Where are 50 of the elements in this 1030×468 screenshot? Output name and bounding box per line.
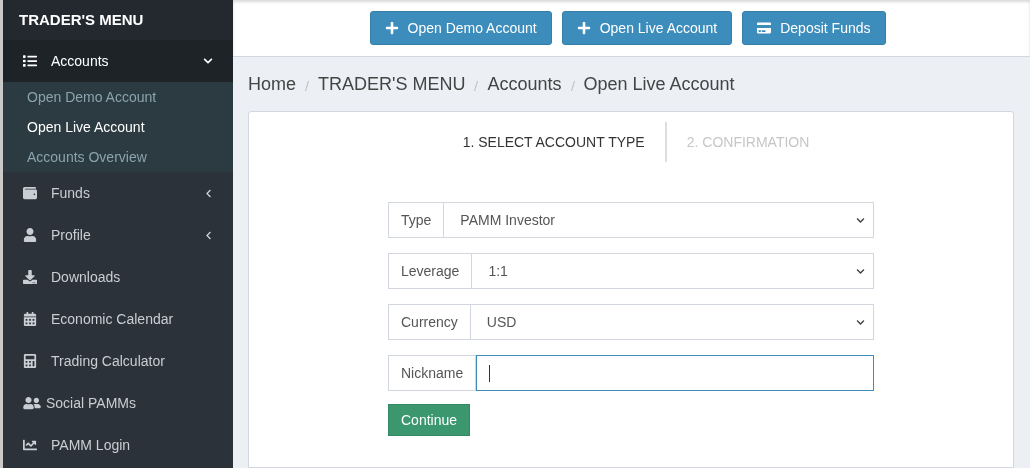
submenu-item[interactable]: Accounts Overview	[3, 142, 233, 172]
chevron-left-icon	[204, 188, 213, 198]
plus-icon	[576, 21, 591, 35]
chart-icon	[23, 438, 37, 452]
chevron-down-icon	[856, 215, 865, 225]
sidebar-item[interactable]: Trading Calculator	[3, 340, 233, 382]
user-icon	[23, 228, 37, 242]
breadcrumb-link[interactable]: TRADER'S MENU	[318, 70, 466, 98]
separator-icon	[305, 80, 309, 91]
separator-icon	[474, 80, 479, 91]
sidebar-item[interactable]: Economic Calendar	[3, 298, 233, 340]
header-button[interactable]: Deposit Funds	[742, 11, 886, 45]
chevron-down-icon	[856, 266, 865, 276]
sidebar-title: TRADER'S MENU	[19, 9, 144, 30]
field-label: Currency	[388, 304, 471, 340]
field-label: Leverage	[388, 253, 473, 289]
sidebar-item[interactable]: Profile	[3, 214, 233, 256]
submenu-item[interactable]: Open Demo Account	[3, 82, 233, 112]
calculator-icon	[23, 354, 37, 368]
wallet-icon	[23, 186, 37, 200]
header-button[interactable]: Open Live Account	[561, 11, 733, 45]
breadcrumb-link[interactable]: Accounts	[487, 70, 562, 98]
field-label: Nickname	[388, 355, 477, 391]
header-button[interactable]: Open Demo Account	[369, 11, 552, 45]
sidebar-item[interactable]: Funds	[3, 172, 233, 214]
calendar-icon	[23, 312, 37, 326]
sidebar-item[interactable]: Social PAMMs	[3, 382, 233, 424]
sidebar-item[interactable]: Downloads	[3, 256, 233, 298]
select-field[interactable]: PAMM Investor	[444, 202, 874, 238]
plus-icon	[384, 21, 399, 35]
chevron-down-icon	[203, 56, 213, 66]
chevron-down-icon	[856, 317, 865, 327]
select-field[interactable]: USD	[470, 304, 874, 340]
sidebar-item[interactable]: PAMM Login	[3, 424, 233, 466]
breadcrumb-link[interactable]: Home	[248, 70, 296, 98]
download-icon	[23, 270, 37, 284]
submenu-item[interactable]: Open Live Account	[3, 112, 233, 142]
field-label: Type	[388, 202, 445, 238]
continue-button[interactable]: Continue	[388, 404, 471, 436]
separator-icon	[570, 80, 575, 91]
list-icon	[23, 54, 37, 68]
credit-card-icon	[757, 21, 772, 35]
wizard-step[interactable]: 1. SELECT ACCOUNT TYPE	[442, 122, 665, 162]
sidebar-item[interactable]: Accounts	[3, 40, 233, 82]
input-field[interactable]	[476, 355, 874, 391]
breadcrumb-link[interactable]: Open Live Account	[583, 70, 735, 98]
text-caret	[489, 364, 491, 382]
select-field[interactable]: 1:1	[472, 253, 874, 289]
users-icon	[23, 396, 41, 410]
chevron-left-icon	[204, 230, 213, 240]
